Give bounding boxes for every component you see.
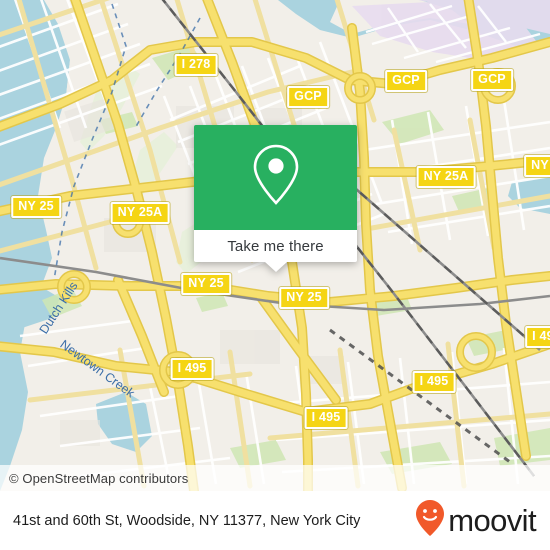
highway-shield: NY 25A (110, 202, 170, 224)
highway-shield-label: I 495 (311, 410, 341, 424)
highway-shield: I 49 (525, 326, 550, 348)
location-pin-icon (250, 143, 302, 212)
map-attribution: © OpenStreetMap contributors (0, 465, 550, 491)
highway-shield: GCP (385, 70, 427, 92)
popup-footer[interactable]: Take me there (194, 230, 357, 272)
attribution-text[interactable]: © OpenStreetMap contributors (9, 471, 188, 486)
callout-tail-icon (264, 262, 287, 272)
moovit-pin-smile-icon (415, 499, 445, 542)
highway-shield: I 278 (174, 54, 218, 76)
moovit-map-screenshot: Dutch Kills Newtown Creek I 278 GCP GCP GCP… (0, 0, 550, 550)
footer-bar: 41st and 60th St, Woodside, NY 11377, Ne… (0, 491, 550, 550)
highway-shield-label: GCP (478, 72, 506, 86)
map-canvas[interactable]: Dutch Kills Newtown Creek I 278 GCP GCP GCP… (0, 0, 550, 491)
highway-shield-label: I 495 (177, 361, 207, 375)
address-text: 41st and 60th St, Woodside, NY 11377, Ne… (13, 512, 361, 529)
highway-shield-label: GCP (392, 73, 420, 87)
highway-shield-label: NY 25A (423, 169, 469, 183)
highway-shield: NY 25A (416, 166, 476, 188)
highway-shield: NY 25 (181, 273, 231, 295)
highway-shield-label: NY (531, 158, 549, 172)
highway-shield: NY 25 (11, 196, 61, 218)
highway-shield: I 495 (170, 358, 214, 380)
popup-header (194, 125, 357, 230)
moovit-logo[interactable]: moovit (415, 499, 537, 542)
highway-shield-label: NY 25 (188, 276, 224, 290)
location-popup-card[interactable]: Take me there (194, 125, 357, 272)
highway-shield-label: NY 25 (286, 290, 322, 304)
highway-shield: NY (524, 155, 550, 177)
highway-shield-label: NY 25 (18, 199, 54, 213)
highway-shield: GCP (471, 69, 513, 91)
moovit-wordmark: moovit (448, 503, 536, 538)
highway-shield: I 495 (412, 371, 456, 393)
take-me-there-button[interactable]: Take me there (227, 238, 323, 255)
highway-shield: NY 25 (279, 287, 329, 309)
highway-shield: GCP (287, 86, 329, 108)
highway-shield: I 495 (304, 407, 348, 429)
highway-shield-label: I 49 (532, 329, 550, 343)
highway-shield-label: I 278 (181, 57, 211, 71)
highway-shield-label: NY 25A (117, 205, 163, 219)
highway-shield-label: GCP (294, 89, 322, 103)
highway-shield-label: I 495 (419, 374, 449, 388)
